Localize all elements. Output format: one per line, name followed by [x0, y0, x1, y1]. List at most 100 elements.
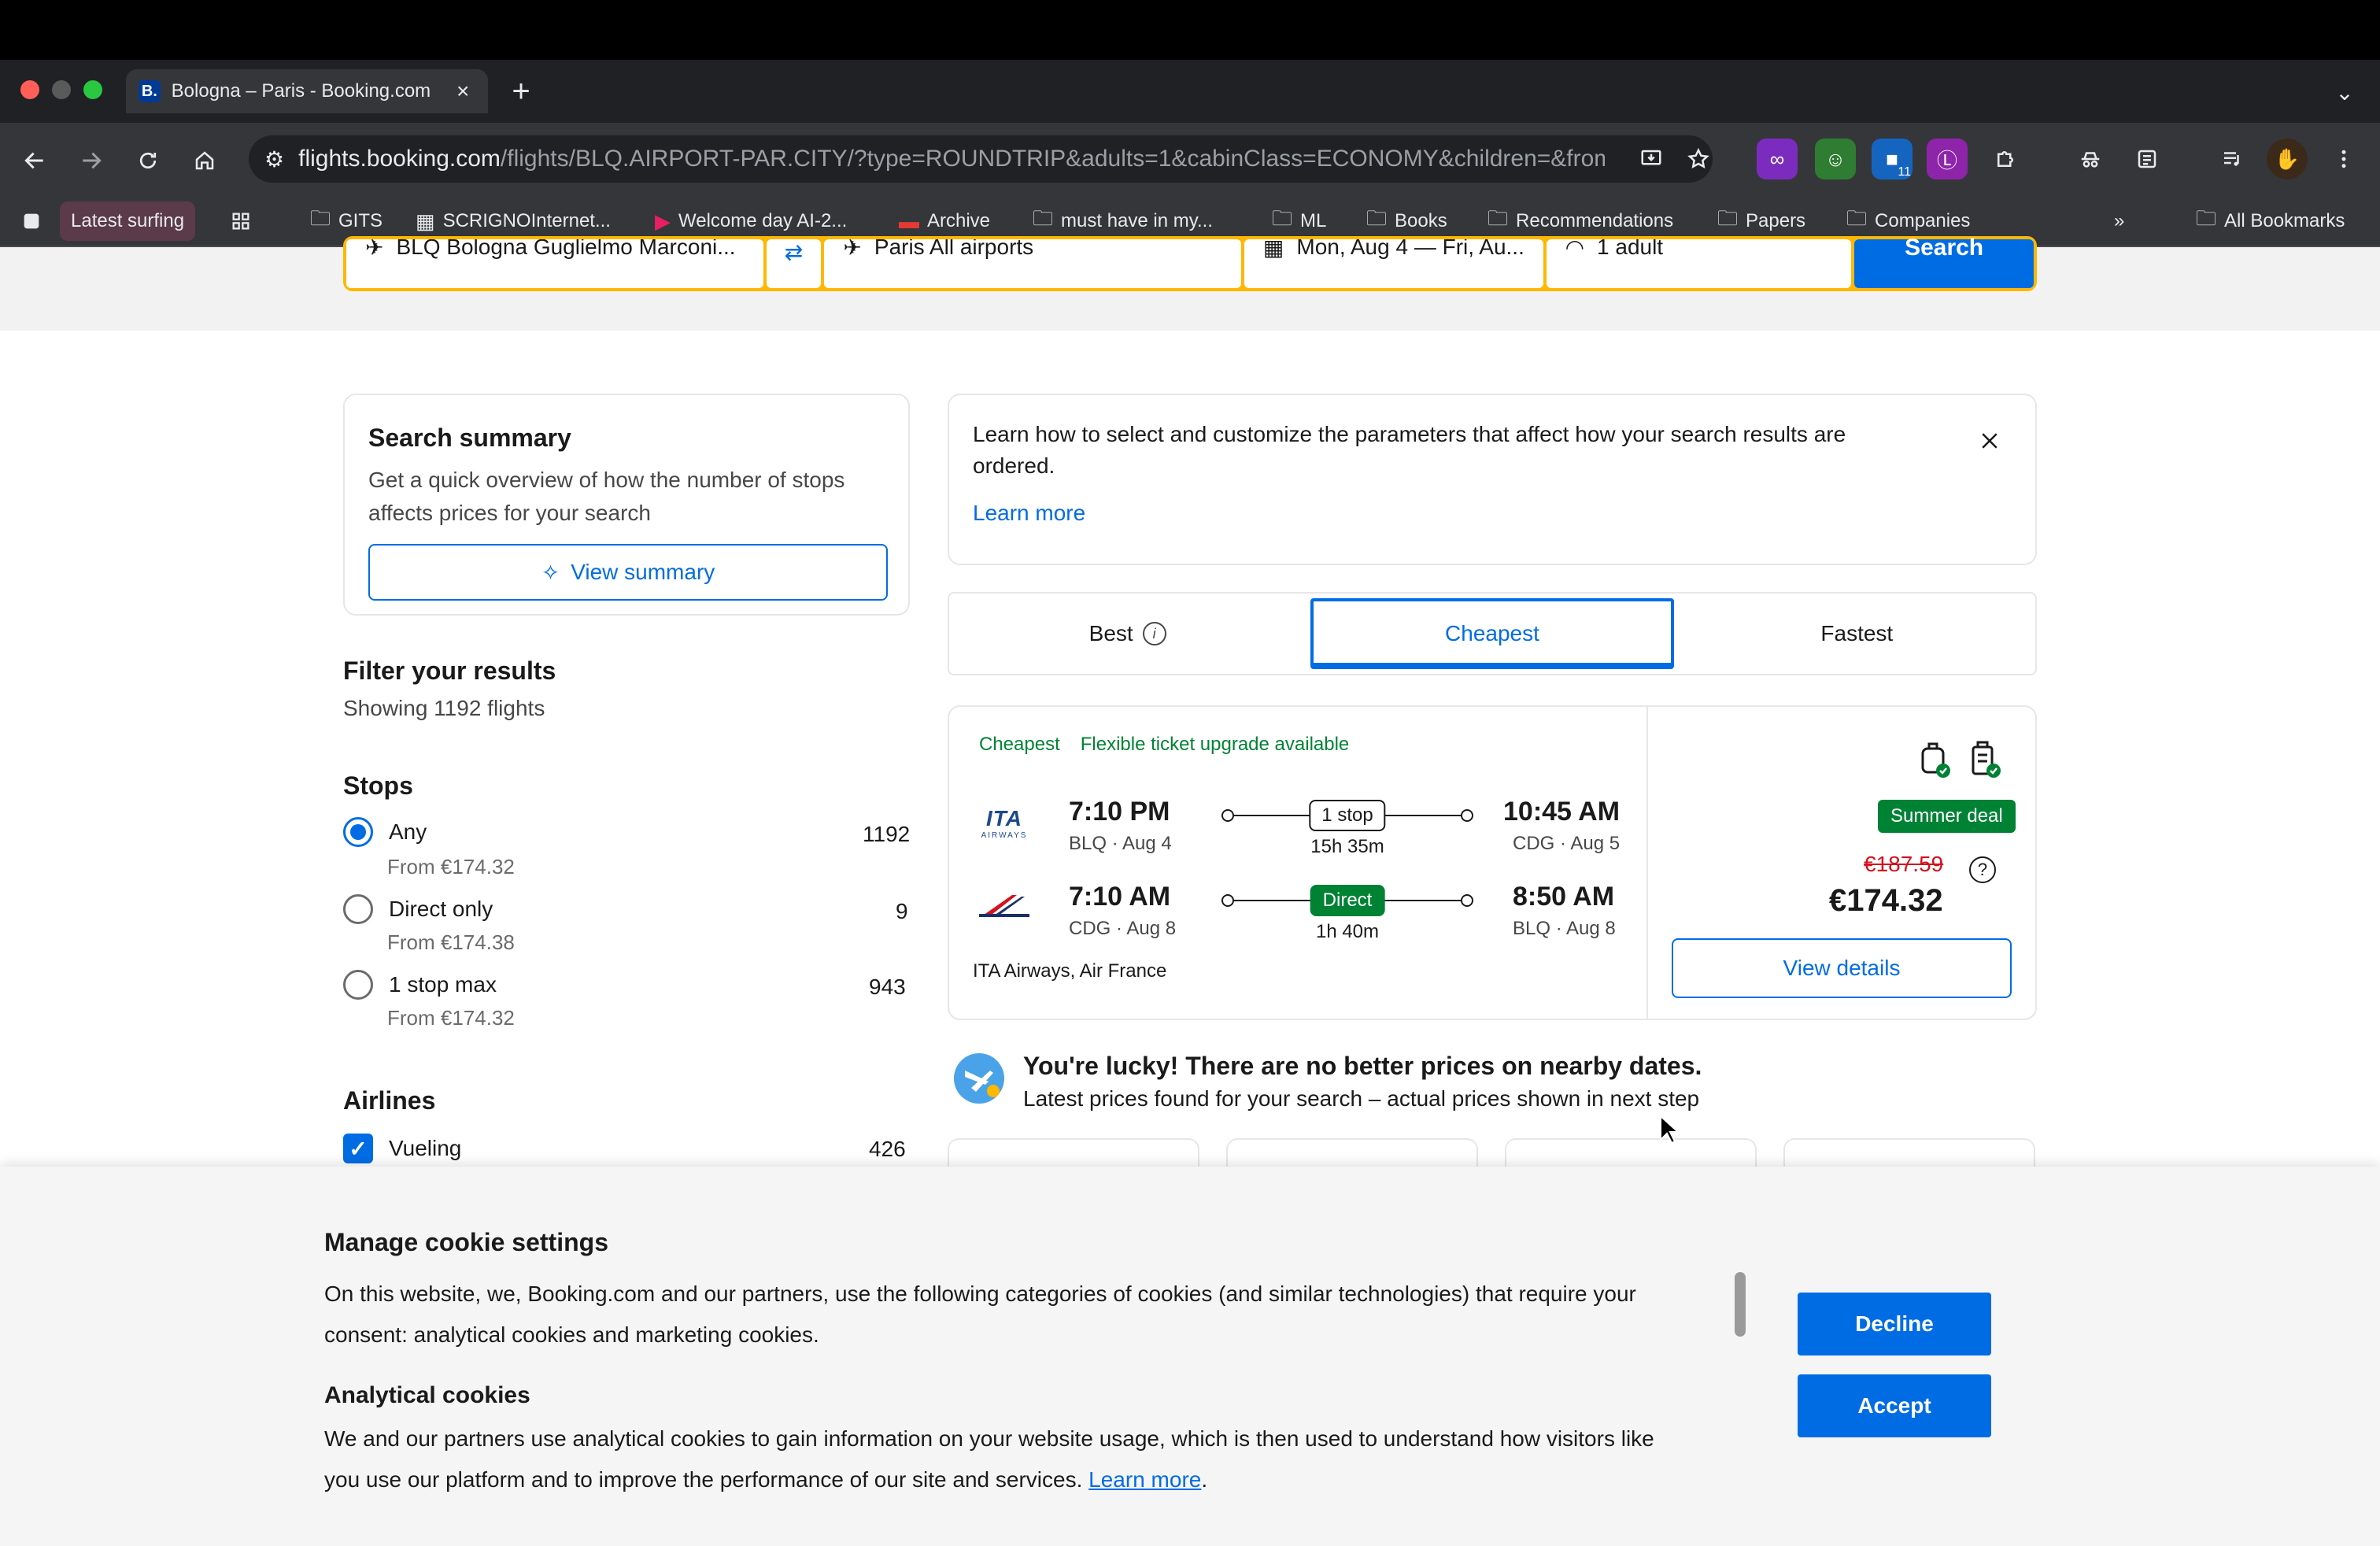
- checkbox-checked-icon[interactable]: ✓: [343, 1134, 373, 1163]
- media-controls-icon[interactable]: [2212, 139, 2252, 179]
- sidebar-toggle-icon[interactable]: [13, 202, 50, 241]
- close-tab-icon[interactable]: ×: [450, 79, 475, 104]
- apps-grid-icon[interactable]: [222, 202, 260, 241]
- plane-icon: ✈: [365, 239, 384, 260]
- tab-title: Bologna – Paris - Booking.com: [171, 80, 431, 102]
- bookmark-scrigno[interactable]: ▦ SCRIGNOInternet...: [408, 202, 619, 241]
- stops-option-one-stop[interactable]: 1 stop max: [343, 970, 497, 1000]
- view-details-button[interactable]: View details: [1672, 938, 2012, 998]
- browser-tab-active[interactable]: B. Bologna – Paris - Booking.com ×: [126, 69, 488, 113]
- install-app-icon[interactable]: [1631, 139, 1672, 179]
- decline-button[interactable]: Decline: [1798, 1293, 1991, 1356]
- back-arrow-icon[interactable]: [13, 139, 57, 183]
- search-summary-card: Search summary Get a quick overview of h…: [343, 394, 910, 616]
- extension-copilot-icon[interactable]: ∞: [1757, 139, 1798, 179]
- home-icon[interactable]: [183, 139, 227, 183]
- incognito-icon[interactable]: [2070, 139, 2111, 179]
- cookie-title: Manage cookie settings: [324, 1228, 608, 1256]
- carrier-names: ITA Airways, Air France: [973, 960, 1167, 982]
- sort-tabs: Best i Cheapest Fastest: [948, 592, 2037, 675]
- profile-avatar[interactable]: ✋: [2267, 139, 2308, 179]
- extension-robot-icon[interactable]: ☺: [1815, 139, 1856, 179]
- reading-list-icon[interactable]: [2127, 139, 2168, 179]
- browser-menu-icon[interactable]: [2323, 139, 2364, 179]
- swap-arrow-icon[interactable]: ⇄: [766, 239, 822, 288]
- extensions-puzzle-icon[interactable]: [1985, 139, 2026, 179]
- stops-direct-price: From €174.38: [387, 930, 515, 954]
- travellers-field[interactable]: ◠ 1 adult: [1546, 239, 1852, 288]
- radio-unselected[interactable]: [343, 894, 373, 924]
- stops-option-direct[interactable]: Direct only: [343, 894, 493, 924]
- maximize-window-button[interactable]: [83, 80, 102, 99]
- question-icon[interactable]: ?: [1969, 856, 1996, 883]
- new-tab-button[interactable]: +: [501, 71, 541, 112]
- inbound-arrival-info: BLQ · Aug 8: [1513, 918, 1616, 939]
- learn-more-link[interactable]: Learn more: [973, 501, 1085, 526]
- air-france-logo: [968, 872, 1040, 940]
- forward-arrow-icon[interactable]: [69, 139, 113, 183]
- minimize-window-button[interactable]: [52, 80, 71, 99]
- close-icon[interactable]: [1964, 416, 2015, 466]
- original-price: €187.59: [1864, 852, 1944, 876]
- reload-icon[interactable]: [126, 139, 170, 183]
- flight-badges: Cheapest Flexible ticket upgrade availab…: [979, 734, 1349, 756]
- inbound-arrival-time: 8:50 AM: [1513, 882, 1615, 912]
- bookmark-folder-papers[interactable]: 🗀 Papers: [1709, 202, 1813, 241]
- tab-search-chevron-icon[interactable]: ⌄: [2325, 72, 2364, 112]
- info-icon[interactable]: i: [1142, 622, 1166, 645]
- inbound-direct-pill: Direct: [1310, 885, 1385, 916]
- bookmark-folder-recommendations[interactable]: 🗀 Recommendations: [1480, 202, 1681, 241]
- airline-vueling-count: 426: [869, 1137, 906, 1161]
- analytical-cookies-title: Analytical cookies: [324, 1382, 530, 1408]
- bookmark-archive[interactable]: ▬ Archive: [891, 202, 998, 241]
- stops-any-count: 1192: [863, 822, 911, 846]
- radio-selected[interactable]: [343, 817, 373, 847]
- bookmark-folder-gits[interactable]: 🗀 GITS: [302, 202, 390, 241]
- radio-unselected[interactable]: [343, 970, 373, 1000]
- stops-one-stop-price: From €174.32: [387, 1006, 515, 1030]
- address-bar[interactable]: ⚙ flights.booking.com/flights/BLQ.AIRPOR…: [249, 135, 1713, 183]
- cookie-scrollbar[interactable]: [1735, 1272, 1746, 1337]
- bookmark-latest-surfing[interactable]: Latest surfing: [60, 202, 196, 241]
- outbound-arrival-info: CDG · Aug 5: [1513, 833, 1621, 854]
- cookie-text-line2: consent: analytical cookies and marketin…: [324, 1322, 819, 1347]
- lucky-title: You're lucky! There are no better prices…: [1023, 1052, 1702, 1080]
- bookmark-folder-must-have[interactable]: 🗀 must have in my...: [1025, 202, 1221, 241]
- dates-field[interactable]: ▦ Mon, Aug 4 — Fri, Au...: [1244, 239, 1543, 288]
- search-summary-description: Get a quick overview of how the number o…: [368, 468, 845, 525]
- cheapest-badge: Cheapest: [979, 734, 1060, 755]
- tab-best[interactable]: Best i: [949, 594, 1306, 674]
- archive-icon: ▬: [899, 209, 919, 233]
- all-bookmarks-folder[interactable]: 🗀 All Bookmarks: [2188, 202, 2352, 241]
- view-summary-button[interactable]: ✧ View summary: [368, 544, 888, 601]
- tab-cheapest[interactable]: Cheapest: [1310, 598, 1674, 669]
- cookie-text-line1: On this website, we, Booking.com and our…: [324, 1282, 1636, 1306]
- bookmarks-overflow-button[interactable]: »: [2106, 202, 2132, 241]
- folder-icon: 🗀: [1846, 206, 1868, 230]
- url-text[interactable]: flights.booking.com/flights/BLQ.AIRPORT-…: [298, 146, 1605, 172]
- destination-field[interactable]: ✈ Paris All airports: [824, 239, 1241, 288]
- outbound-duration: 15h 35m: [1310, 836, 1384, 857]
- stops-one-stop-count: 943: [869, 975, 906, 999]
- extension-badge-icon[interactable]: 11 ■: [1872, 139, 1913, 179]
- cookie-learn-more-link[interactable]: Learn more: [1088, 1467, 1201, 1492]
- analytical-text-line1: We and our partners use analytical cooki…: [324, 1426, 1654, 1451]
- accept-button[interactable]: Accept: [1798, 1374, 1991, 1437]
- site-settings-icon[interactable]: ⚙: [264, 146, 284, 172]
- search-button[interactable]: Search: [1854, 235, 2034, 288]
- folder-icon: 🗀: [1272, 206, 1293, 230]
- bookmark-folder-ml[interactable]: 🗀 ML: [1264, 202, 1334, 241]
- stops-option-any[interactable]: Any: [343, 817, 427, 847]
- bookmark-welcome-day[interactable]: ▶ Welcome day AI-2...: [647, 202, 855, 241]
- folder-icon: 🗀: [1366, 206, 1388, 230]
- flight-result-card[interactable]: Cheapest Flexible ticket upgrade availab…: [948, 705, 2037, 1020]
- bookmark-star-icon[interactable]: [1678, 139, 1719, 179]
- stops-heading: Stops: [343, 771, 413, 800]
- sorting-info-card: Learn how to select and customize the pa…: [948, 394, 2037, 565]
- extension-lr-icon[interactable]: Ⓛ: [1927, 139, 1968, 179]
- bookmark-folder-books[interactable]: 🗀 Books: [1358, 202, 1455, 241]
- origin-field[interactable]: ✈ BLQ Bologna Guglielmo Marconi...: [346, 239, 763, 288]
- close-window-button[interactable]: [20, 80, 39, 99]
- tab-fastest[interactable]: Fastest: [1679, 594, 2035, 674]
- airline-option-vueling[interactable]: ✓ Vueling: [343, 1134, 461, 1163]
